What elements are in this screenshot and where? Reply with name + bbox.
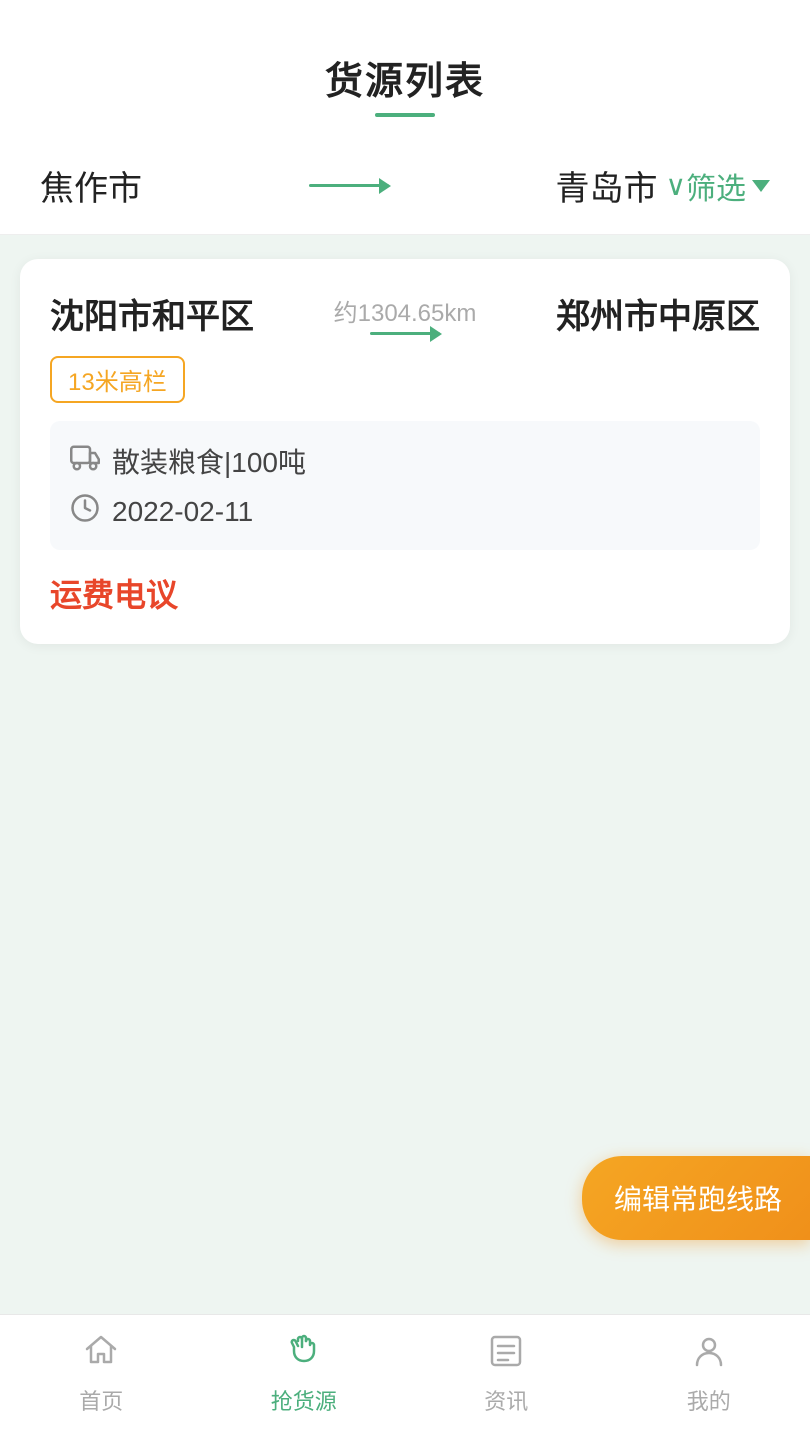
cargo-name: 散装粮食|100吨: [112, 441, 306, 481]
grab-icon: [284, 1331, 324, 1378]
nav-item-profile[interactable]: 我的: [659, 1331, 759, 1416]
edit-route-button[interactable]: 编辑常跑线路: [582, 1156, 810, 1240]
main-content: 沈阳市和平区 约1304.65km 郑州市中原区 13米高栏: [0, 235, 810, 1314]
cargo-card[interactable]: 沈阳市和平区 约1304.65km 郑州市中原区 13米高栏: [20, 259, 790, 644]
cargo-info-box: 散装粮食|100吨 2022-02-11: [50, 421, 760, 550]
chevron-down-icon: ∨: [666, 169, 687, 202]
nav-label-news: 资讯: [484, 1384, 528, 1416]
cargo-dest: 郑州市中原区: [556, 289, 760, 338]
distance-arrow: [370, 332, 440, 335]
dest-city: 青岛市: [556, 161, 658, 210]
page-title: 货源列表: [0, 50, 810, 105]
cargo-icon: [70, 443, 100, 480]
dest-selector[interactable]: 青岛市 ∨: [556, 161, 687, 210]
nav-label-home: 首页: [79, 1384, 123, 1416]
home-icon: [81, 1331, 121, 1378]
nav-label-grab: 抢货源: [271, 1384, 337, 1416]
origin-city[interactable]: 焦作市: [40, 161, 142, 210]
cargo-origin: 沈阳市和平区: [50, 289, 254, 338]
cargo-date: 2022-02-11: [112, 496, 253, 528]
filter-bar: 焦作市 青岛市 ∨ 筛选: [0, 137, 810, 235]
route-arrow: [142, 184, 556, 187]
cargo-date-row: 2022-02-11: [70, 493, 740, 530]
distance-text: 约1304.65km: [334, 293, 477, 328]
news-icon: [486, 1331, 526, 1378]
truck-type-tag: 13米高栏: [50, 356, 185, 403]
cargo-price: 运费电议: [50, 570, 760, 616]
bottom-nav: 首页 抢货源 资讯: [0, 1314, 810, 1440]
title-underline: [375, 113, 435, 117]
card-route: 沈阳市和平区 约1304.65km 郑州市中原区: [50, 289, 760, 338]
cargo-name-row: 散装粮食|100吨: [70, 441, 740, 481]
nav-item-news[interactable]: 资讯: [456, 1331, 556, 1416]
route-distance: 约1304.65km: [334, 293, 477, 335]
nav-item-grab[interactable]: 抢货源: [254, 1331, 354, 1416]
page-header: 货源列表: [0, 0, 810, 137]
filter-triangle-icon: [752, 180, 770, 192]
clock-icon: [70, 493, 100, 530]
filter-button[interactable]: 筛选: [686, 164, 770, 208]
nav-item-home[interactable]: 首页: [51, 1331, 151, 1416]
nav-label-profile: 我的: [687, 1384, 731, 1416]
profile-icon: [689, 1331, 729, 1378]
